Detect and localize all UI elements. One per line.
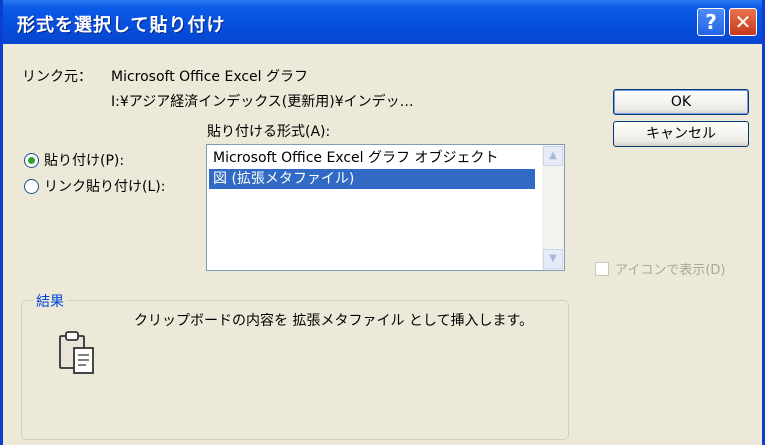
paste-as-label: 貼り付ける形式(A): — [207, 124, 331, 140]
dialog-title: 形式を選択して貼り付け — [17, 15, 226, 36]
list-item[interactable]: Microsoft Office Excel グラフ オブジェクト — [209, 148, 535, 168]
source-label: リンク元： — [22, 69, 92, 85]
listbox-scrollbar[interactable]: ▲ ▼ — [542, 145, 564, 270]
display-as-icon-checkbox[interactable]: アイコンで表示(D) — [595, 259, 726, 278]
radio-paste[interactable]: 貼り付け(P): — [24, 150, 124, 170]
chevron-up-icon: ▲ — [549, 150, 557, 161]
list-item-label: Microsoft Office Excel グラフ オブジェクト — [213, 150, 499, 166]
help-button[interactable]: ? — [697, 8, 725, 36]
paste-special-dialog: 形式を選択して貼り付け ? ✕ リンク元： Microsoft Office E… — [0, 0, 765, 445]
scroll-down-button[interactable]: ▼ — [543, 249, 563, 269]
clipboard-icon — [57, 330, 97, 380]
source-path: I:¥アジア経済インデックス(更新用)¥インデッ… — [111, 94, 414, 110]
format-listbox[interactable]: Microsoft Office Excel グラフ オブジェクト 図 (拡張メ… — [206, 144, 565, 271]
list-item[interactable]: 図 (拡張メタファイル) — [209, 169, 535, 189]
radio-paste-indicator[interactable] — [24, 152, 39, 168]
scroll-up-button[interactable]: ▲ — [543, 146, 563, 166]
cancel-button[interactable]: キャンセル — [613, 121, 749, 147]
radio-paste-link-label: リンク貼り付け(L): — [44, 179, 166, 195]
radio-paste-link-indicator[interactable] — [24, 178, 39, 194]
display-as-icon-label: アイコンで表示(D) — [615, 263, 726, 278]
list-item-label: 図 (拡張メタファイル) — [213, 171, 355, 187]
help-icon: ? — [705, 10, 717, 34]
checkbox-box[interactable] — [595, 261, 609, 276]
radio-paste-link[interactable]: リンク貼り付け(L): — [24, 176, 165, 196]
close-icon: ✕ — [734, 10, 752, 34]
result-description: クリップボードの内容を 拡張メタファイル として挿入します。 — [134, 313, 534, 329]
title-bar[interactable]: 形式を選択して貼り付け ? ✕ — [3, 0, 762, 44]
result-label: 結果 — [33, 291, 67, 311]
radio-paste-label: 貼り付け(P): — [44, 153, 125, 169]
ok-button[interactable]: OK — [613, 89, 749, 115]
source-name: Microsoft Office Excel グラフ — [111, 69, 309, 85]
close-button[interactable]: ✕ — [729, 8, 757, 36]
chevron-down-icon: ▼ — [549, 253, 557, 264]
